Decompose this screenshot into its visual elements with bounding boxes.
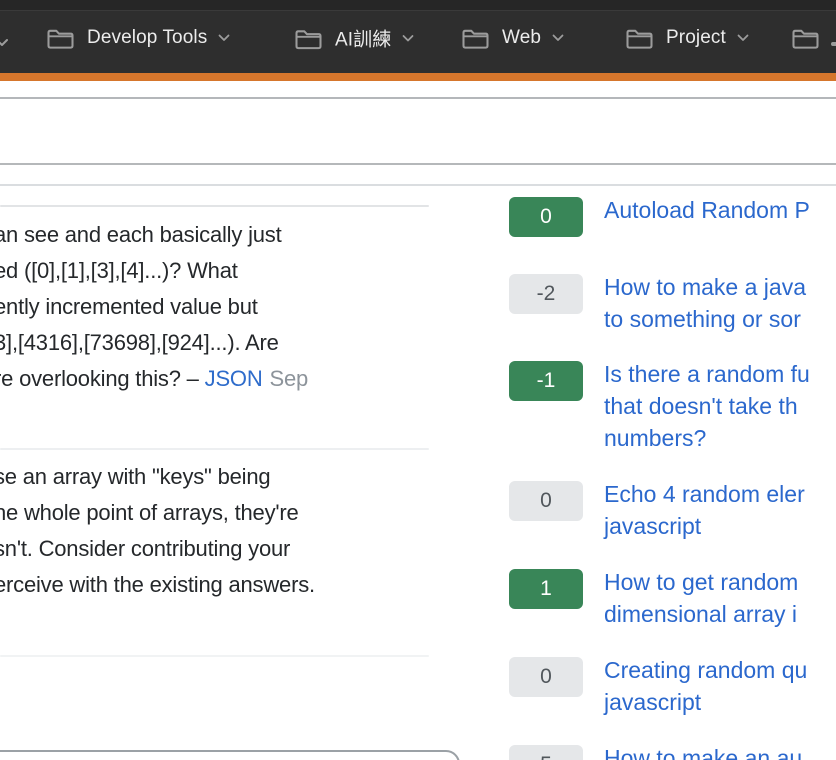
chevron-down-icon [0,38,9,47]
comment-separator [0,655,429,657]
related-question-item[interactable]: -2 How to make a java to something or so… [509,273,836,335]
question-link[interactable]: How to make an au [604,742,802,760]
comment-date: Sep [270,366,309,391]
bookmark-label: Project [666,27,726,49]
question-link[interactable]: Is there a random fu [604,358,810,390]
comment: an see and each basically just ed ([0],[… [0,217,456,397]
related-question-item[interactable]: 5 How to make an au [509,744,836,760]
comment-text-line: se an array with "keys" being [0,459,456,495]
question-link[interactable]: Echo 4 random eler [604,478,805,510]
vote-count-badge: -2 [509,274,583,314]
bookmark-folder-project[interactable]: Project [624,26,749,50]
screenshot-root: Develop Tools AI訓練 Web [0,0,836,760]
clipped-bookmark-text-fragment [831,42,836,46]
comment-text-line: ed ([0],[1],[3],[4]...)? What [0,253,456,289]
content-top-divider [0,184,836,186]
bookmark-folder-clipped[interactable] [790,26,832,50]
comment-separator [0,205,429,207]
question-link[interactable]: javascript [604,686,807,718]
related-question-item[interactable]: -1 Is there a random fu that doesn't tak… [509,360,836,454]
question-link[interactable]: Autoload Random P [604,194,810,226]
window-title-strip [0,0,836,11]
related-question-item[interactable]: 0 Autoload Random P [509,196,836,237]
comment-text-line: re overlooking this? – JSON Sep [0,361,456,397]
bookmark-folder-ai-training[interactable]: AI訓練 [293,25,414,52]
question-link[interactable]: that doesn't take th [604,390,810,422]
question-link[interactable]: How to get random [604,566,798,598]
bookmark-folder-web[interactable]: Web [460,26,564,50]
subheader-border [0,163,836,165]
vote-count-badge: 0 [509,197,583,237]
comment-text-line: an see and each basically just [0,217,456,253]
question-link[interactable]: How to make a java [604,271,806,303]
comment-text-line: ently incremented value but [0,289,456,325]
vote-count-badge: 1 [509,569,583,609]
comment-separator [0,448,429,450]
comment: se an array with "keys" being he whole p… [0,459,456,603]
comment-author-link[interactable]: JSON [205,366,263,391]
related-question-item[interactable]: 0 Echo 4 random eler javascript [509,480,836,542]
comment-text-line: erceive with the existing answers. [0,567,456,603]
chevron-down-icon [552,34,564,42]
question-link[interactable]: to something or sor [604,303,806,335]
bookmarks-bar: Develop Tools AI訓練 Web [0,0,836,73]
comment-text-line: sn't. Consider contributing your [0,531,456,567]
comment-text: re overlooking this? – [0,366,205,391]
folder-icon [293,26,324,50]
question-link[interactable]: javascript [604,510,805,542]
comment-text-line: he whole point of arrays, they're [0,495,456,531]
vote-count-badge: 5 [509,745,583,760]
chevron-down-icon [218,34,230,42]
question-link[interactable]: numbers? [604,422,810,454]
bookmark-label: Develop Tools [87,27,207,49]
folder-icon [624,26,655,50]
folder-icon [45,26,76,50]
question-link[interactable]: Creating random qu [604,654,807,686]
related-question-item[interactable]: 1 How to get random dimensional array i [509,568,836,630]
question-link[interactable]: dimensional array i [604,598,798,630]
bookmark-label: Web [502,27,541,49]
folder-icon [790,26,821,50]
header-bottom-border [0,97,836,99]
chevron-down-icon [737,34,749,42]
vote-count-badge: -1 [509,361,583,401]
vote-count-badge: 0 [509,481,583,521]
chevron-down-icon [402,34,414,42]
vote-count-badge: 0 [509,657,583,697]
related-question-item[interactable]: 0 Creating random qu javascript [509,656,836,718]
bookmark-folder-develop-tools[interactable]: Develop Tools [45,26,230,50]
bookmark-label: AI訓練 [335,25,391,52]
site-header-accent-bar [0,73,836,81]
add-comment-textarea[interactable] [0,750,460,760]
comment-text-line: 3],[4316],[73698],[924]...). Are [0,325,456,361]
folder-icon [460,26,491,50]
